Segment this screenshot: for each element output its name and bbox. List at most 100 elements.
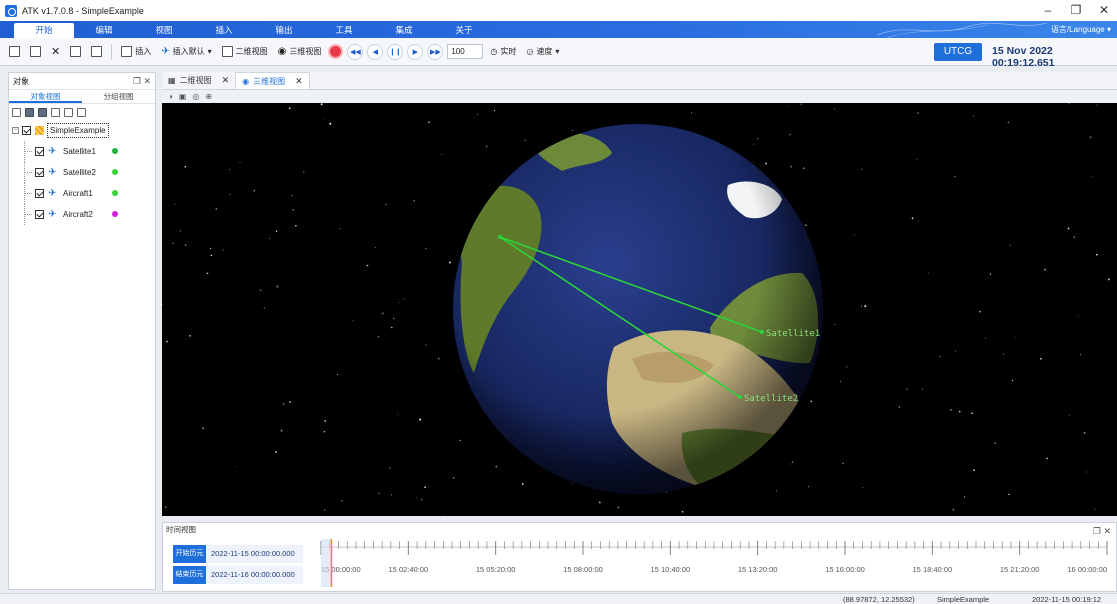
menu-edit[interactable]: 编辑 [74,23,134,38]
tab-close-icon[interactable]: ✕ [222,75,230,86]
delete-icon[interactable] [64,107,73,117]
object-tree: − SimpleExample ✈ Satellite1 ✈ Satellite… [9,120,155,225]
satellite1-checkbox[interactable] [35,147,44,156]
language-menu[interactable]: 语言/Language ▾ [1051,24,1111,35]
timeline-tick-label: 15 18:40:00 [913,565,953,574]
star [753,161,755,163]
star [385,204,387,206]
new-button[interactable] [6,43,23,61]
tree-item-satellite1[interactable]: ✈ Satellite1 [12,141,155,162]
root-checkbox[interactable] [22,126,31,135]
map-icon [221,46,233,57]
open-button[interactable] [27,43,44,61]
star [189,334,191,337]
target-icon[interactable]: ⊕ [205,92,212,101]
menu-insert[interactable]: 插入 [194,23,254,38]
save-as-button[interactable] [88,43,105,61]
eye-icon[interactable]: ◑ [168,92,173,101]
paste-icon[interactable] [77,107,86,117]
satellite2-label: Satellite2 [63,168,96,177]
aircraft-icon: ✈ [48,188,57,199]
camera-icon[interactable]: ▣ [179,92,187,101]
dropdown-icon: ▾ [555,47,560,56]
tab-3d-view[interactable]: ◉ 三维视图 ✕ [235,72,310,89]
pause-icon: ❙❙ [389,48,402,56]
cursor-coordinates: (88.97872, 12.25532) [843,595,915,604]
record-button[interactable] [328,44,344,59]
graphics-icon[interactable] [38,107,47,117]
speed-input[interactable]: 100 [447,44,484,59]
star [834,108,836,110]
tab-group-view[interactable]: 分组视图 [82,90,155,103]
star [1009,244,1011,246]
close-button[interactable]: ✕ [1097,2,1111,18]
star [329,122,332,125]
3d-globe-view[interactable]: Satellite1 Satellite2 [162,103,1117,516]
star [789,133,791,136]
star [776,490,777,492]
star [179,230,182,232]
star [442,514,444,516]
start-epoch-value[interactable]: 2022-11-15 00:00:00.000 [206,545,303,563]
tree-item-aircraft1[interactable]: ✈ Aircraft1 [12,183,155,204]
star [571,482,573,484]
star [166,340,168,343]
close-scenario-button[interactable]: ✕ [48,43,63,61]
tree-root[interactable]: − SimpleExample [12,120,155,141]
star [303,171,305,173]
star [921,388,923,390]
copy-icon[interactable] [51,107,60,117]
play-button[interactable]: ▶ [407,43,424,60]
star [790,165,793,168]
view-3d-button[interactable]: ◉ 三维视图 [275,43,325,61]
star [397,414,399,416]
restore-button[interactable]: ❐ [1069,2,1083,18]
panel-close-icon[interactable]: ✕ [143,76,151,86]
tree-item-satellite2[interactable]: ✈ Satellite2 [12,162,155,183]
menu-output[interactable]: 输出 [254,23,314,38]
step-back-button[interactable]: ◀ [367,43,384,60]
float-icon[interactable]: ❐ [1093,526,1101,536]
clock-icon: ◷ [490,47,498,56]
aircraft1-checkbox[interactable] [35,189,44,198]
tab-object-view[interactable]: 对象视图 [9,90,82,103]
tab-2d-view[interactable]: ▦ 二维视图 ✕ [162,72,235,89]
layers-icon[interactable]: ◎ [192,92,199,101]
menu-about[interactable]: 关于 [434,23,494,38]
object-panel: 对象 ❐ ✕ 对象视图 分组视图 − SimpleExample ✈ Satel… [8,72,156,590]
satellite2-checkbox[interactable] [35,168,44,177]
pause-button[interactable]: ❙❙ [387,43,404,60]
realtime-button[interactable]: ◷ 实时 [487,43,519,61]
star [381,312,384,315]
speed-menu-button[interactable]: ◶ 速度 ▾ [523,43,562,61]
rewind-fast-button[interactable]: ◀◀ [347,43,364,60]
menu-tools[interactable]: 工具 [314,23,374,38]
panel-close-icon[interactable]: ✕ [1103,526,1111,536]
aircraft2-checkbox[interactable] [35,210,44,219]
collapse-icon[interactable]: − [12,127,19,134]
tab-close-icon[interactable]: ✕ [295,76,303,87]
float-icon[interactable]: ❐ [133,76,141,86]
view-2d-button[interactable]: 二维视图 [219,43,271,61]
fast-forward-button[interactable]: ▶▶ [427,43,444,60]
properties-icon[interactable] [25,107,34,117]
end-epoch-value[interactable]: 2022-11-16 00:00:00.000 [206,566,303,584]
star [521,483,524,485]
save-button[interactable] [67,43,84,61]
star [276,285,279,288]
menu-view[interactable]: 视图 [134,23,194,38]
new-object-icon[interactable] [12,107,21,117]
minimize-button[interactable]: – [1041,2,1055,18]
star [572,130,574,132]
panel-controls: ❐ ✕ [133,76,151,87]
star [1002,353,1004,355]
insert-button[interactable]: 插入 [118,43,154,61]
speed-icon: ◶ [526,47,534,56]
insert-default-button[interactable]: ✈ 插入默认 ▾ [158,43,214,61]
start-epoch: 开始历元 2022-11-15 00:00:00.000 [173,545,303,563]
tree-item-aircraft2[interactable]: ✈ Aircraft2 [12,204,155,225]
time-system-button[interactable]: UTCG [934,43,982,61]
menu-integration[interactable]: 集成 [374,23,434,38]
menu-start[interactable]: 开始 [14,23,74,38]
timeline-axis[interactable]: 15 00:00:00 15 02:40:00 15 05:20:00 15 08:0… [315,539,1113,589]
